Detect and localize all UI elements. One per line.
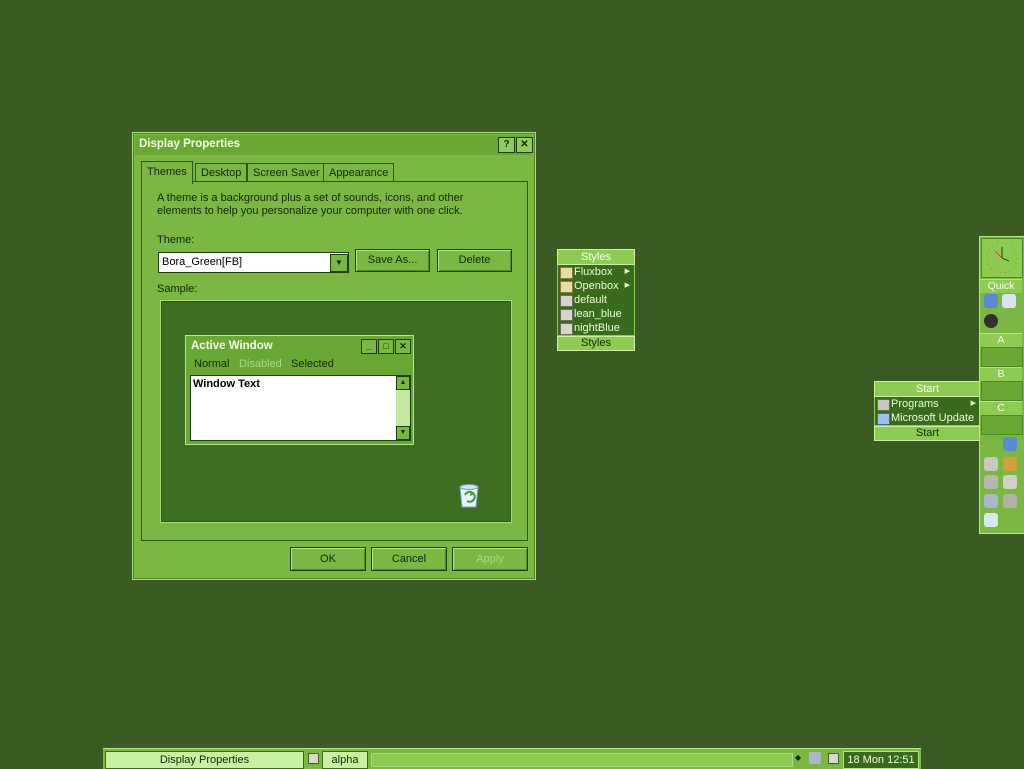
start-menu-title[interactable]: Start: [874, 381, 981, 397]
sample-window-title: Active Window: [191, 340, 273, 352]
workspace-a-label[interactable]: A: [980, 333, 1022, 347]
menu-item-default[interactable]: default: [558, 293, 634, 307]
tab-desktop[interactable]: Desktop: [195, 163, 248, 183]
menu-item-label: nightBlue: [574, 322, 620, 334]
scroll-up-icon: ▲: [396, 376, 410, 390]
styles-menu-title[interactable]: Styles: [557, 249, 635, 265]
desktop-tray-icon[interactable]: [828, 753, 839, 764]
workspace-b-box[interactable]: [981, 381, 1023, 401]
folder-icon: [560, 267, 573, 279]
cancel-button[interactable]: Cancel: [371, 547, 447, 571]
tab-themes[interactable]: Themes: [141, 161, 193, 184]
menu-item-nightblue[interactable]: nightBlue: [558, 321, 634, 335]
window-list-icon[interactable]: [308, 753, 319, 764]
apply-button[interactable]: Apply: [452, 547, 528, 571]
sample-menu-disabled: Disabled: [239, 358, 282, 370]
styles-menu-footer[interactable]: Styles: [557, 336, 635, 351]
scroll-down-icon: ▼: [396, 426, 410, 440]
menu-item-label: lean_blue: [574, 308, 622, 320]
programs-icon: [877, 399, 890, 411]
styles-menu-body: Fluxbox ▶ Openbox ▶ default lean_blue ni…: [557, 265, 635, 336]
taskbar-clock: 18 Mon 12:51: [843, 751, 919, 769]
taskbar: Display Properties alpha ◆ 18 Mon 12:51: [103, 748, 921, 769]
theme-label: Theme:: [157, 234, 195, 246]
tools-icon[interactable]: [1003, 457, 1017, 471]
theme-sample-preview: Active Window _ □ ✕ Normal Disabled Sele…: [160, 300, 512, 523]
window-titlebar[interactable]: Display Properties ? ✕: [135, 135, 533, 155]
analog-clock: [981, 238, 1023, 278]
tray-arrow-icon[interactable]: ◆: [795, 753, 803, 763]
tab-appearance[interactable]: Appearance: [323, 163, 395, 183]
ok-button[interactable]: OK: [290, 547, 366, 571]
recycle-bin-icon: [457, 481, 479, 508]
workspace-a-box[interactable]: [981, 347, 1023, 367]
sample-scrollbar: ▲ ▼: [396, 376, 410, 440]
themes-description: A theme is a background plus a set of so…: [157, 192, 464, 217]
menu-item-label: Fluxbox: [574, 266, 613, 278]
update-icon: [877, 413, 890, 425]
delete-button[interactable]: Delete: [437, 249, 512, 272]
maximize-icon: □: [378, 339, 394, 354]
sample-window-text: Window Text: [193, 378, 260, 390]
submenu-arrow-icon: ▶: [624, 268, 630, 275]
start-menu-footer[interactable]: Start: [874, 426, 981, 441]
window-title: Display Properties: [139, 138, 240, 150]
save-as-button[interactable]: Save As...: [355, 249, 430, 272]
start-menu-body: Programs ▶ Microsoft Update: [874, 397, 981, 426]
help-button[interactable]: ?: [498, 137, 515, 153]
menu-item-openbox[interactable]: Openbox ▶: [558, 279, 634, 293]
ie-tray-icon[interactable]: [1003, 437, 1017, 451]
network-tray-icon[interactable]: [809, 752, 821, 764]
slit-dock: Quick A B C: [979, 236, 1024, 534]
workspace-c-label[interactable]: C: [980, 401, 1022, 415]
chevron-down-icon[interactable]: ▼: [330, 254, 348, 272]
media-player-icon[interactable]: [984, 314, 998, 328]
outlook-express-icon[interactable]: [1002, 294, 1016, 308]
drive-icon[interactable]: [984, 475, 998, 489]
theme-dropdown[interactable]: Bora_Green[FB] ▼: [158, 252, 349, 273]
submenu-arrow-icon: ▶: [624, 282, 630, 289]
taskbar-iconbar: [371, 753, 793, 767]
sample-label: Sample:: [157, 283, 198, 295]
themes-tab-panel: A theme is a background plus a set of so…: [141, 181, 528, 541]
phone-icon[interactable]: [1003, 494, 1017, 508]
folder-icon: [560, 281, 573, 293]
workspace-b-label[interactable]: B: [980, 367, 1022, 381]
submenu-arrow-icon: ▶: [970, 400, 976, 407]
menu-item-label: Programs: [891, 398, 939, 410]
clock-icon: [986, 242, 1018, 274]
network-icon[interactable]: [984, 457, 998, 471]
taskbar-item-display-properties[interactable]: Display Properties: [105, 751, 304, 769]
tab-screen-saver[interactable]: Screen Saver: [247, 163, 326, 183]
minimize-icon: _: [361, 339, 377, 354]
style-file-icon: [560, 309, 573, 321]
sample-menu-selected: Selected: [291, 358, 334, 370]
printer-icon[interactable]: [1003, 475, 1017, 489]
menu-item-label: Microsoft Update: [891, 412, 975, 424]
menu-item-label: Openbox: [574, 280, 619, 292]
display-properties-window: Display Properties ? ✕ Themes Desktop Sc…: [132, 132, 536, 580]
style-file-icon: [560, 295, 573, 307]
styles-menu: Styles Fluxbox ▶ Openbox ▶ default lean_…: [557, 249, 635, 351]
sample-active-window: Active Window _ □ ✕ Normal Disabled Sele…: [185, 335, 414, 445]
start-menu: Start Programs ▶ Microsoft Update Start: [874, 381, 981, 441]
sample-menu-normal: Normal: [194, 358, 230, 370]
workspace-c-box[interactable]: [981, 415, 1023, 435]
menu-item-lean-blue[interactable]: lean_blue: [558, 307, 634, 321]
style-file-icon: [560, 323, 573, 335]
recycle-bin-icon[interactable]: [984, 513, 998, 527]
menu-item-label: default: [574, 294, 608, 306]
internet-explorer-icon[interactable]: [984, 294, 998, 308]
workspace-name[interactable]: alpha: [322, 751, 368, 769]
menu-item-fluxbox[interactable]: Fluxbox ▶: [558, 265, 634, 279]
quick-launch-label: Quick: [980, 279, 1022, 293]
close-icon: ✕: [395, 339, 411, 354]
theme-dropdown-value: Bora_Green[FB]: [162, 256, 243, 268]
sample-titlebar: Active Window _ □ ✕: [187, 337, 412, 355]
close-button[interactable]: ✕: [516, 137, 533, 153]
sample-window-body: Window Text ▲ ▼: [190, 375, 411, 441]
menu-item-programs[interactable]: Programs ▶: [875, 397, 980, 411]
computer-icon[interactable]: [984, 494, 998, 508]
menu-item-microsoft-update[interactable]: Microsoft Update: [875, 411, 980, 425]
